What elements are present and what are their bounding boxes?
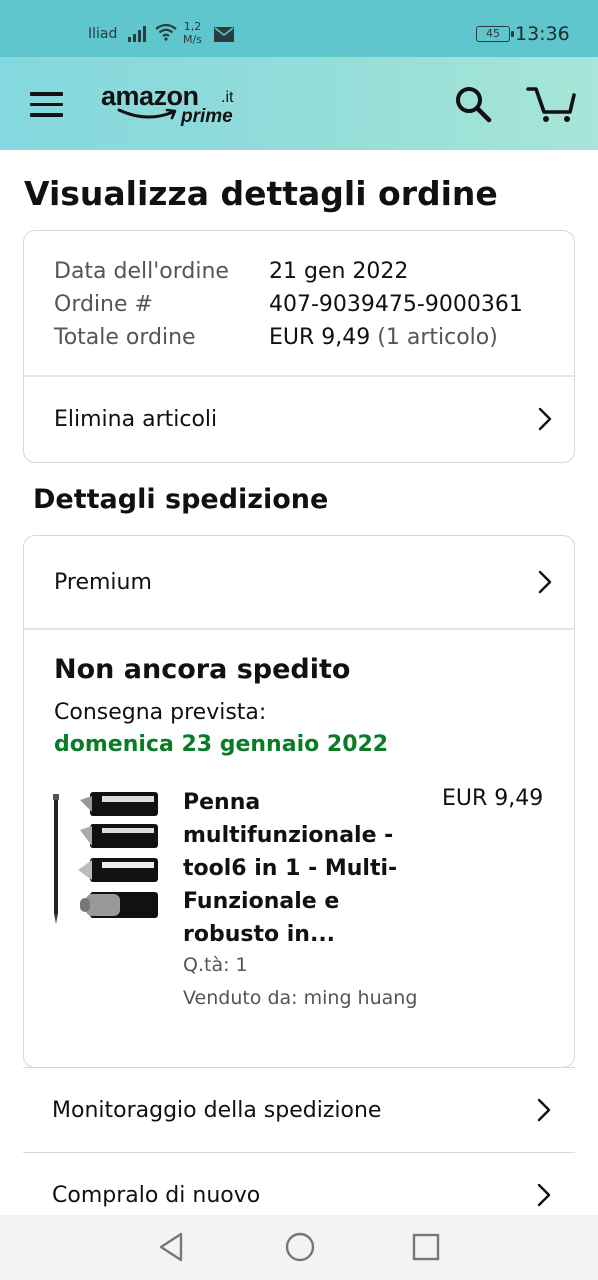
product-price: EUR 9,49 bbox=[442, 786, 544, 811]
shipping-service-row[interactable]: Premium bbox=[24, 536, 574, 628]
track-shipment-row[interactable]: Monitoraggio della spedizione bbox=[23, 1067, 575, 1152]
chevron-right-icon bbox=[537, 1098, 551, 1122]
system-nav-bar bbox=[0, 1215, 598, 1280]
chevron-right-icon bbox=[537, 1183, 551, 1207]
order-date-row: Data dell'ordine 21 gen 2022 bbox=[54, 255, 523, 288]
delivery-date: domenica 23 gennaio 2022 bbox=[54, 732, 389, 757]
order-total-value: EUR 9,49 (1 articolo) bbox=[269, 321, 498, 354]
amazon-prime-logo[interactable]: amazon .it prime bbox=[101, 81, 241, 131]
divider bbox=[24, 628, 574, 630]
product-seller: Venduto da: ming huang bbox=[183, 987, 418, 1009]
logo-tld: .it bbox=[221, 89, 234, 106]
logo-smile-icon bbox=[117, 108, 177, 120]
order-total-row: Totale ordine EUR 9,49 (1 articolo) bbox=[54, 321, 523, 354]
product-title[interactable]: Penna multifunzionale - tool6 in 1 - Mul… bbox=[183, 786, 413, 951]
order-total-label: Totale ordine bbox=[54, 325, 196, 350]
clock: 13:36 bbox=[515, 23, 570, 45]
mail-icon bbox=[214, 27, 234, 42]
order-number-row: Ordine # 407-9039475-9000361 bbox=[54, 288, 523, 321]
shipping-section-title: Dettagli spedizione bbox=[33, 484, 329, 515]
carrier-name: Iliad bbox=[88, 26, 118, 42]
network-speed: 1,2 M/s bbox=[183, 20, 202, 46]
chevron-right-icon bbox=[538, 407, 552, 431]
page-title: Visualizza dettagli ordine bbox=[24, 174, 498, 213]
chevron-right-icon bbox=[538, 570, 552, 594]
shipping-card: Premium Non ancora spedito Consegna prev… bbox=[23, 535, 575, 1068]
signal-icon bbox=[128, 26, 146, 42]
app-header: amazon .it prime bbox=[0, 57, 598, 150]
track-shipment-label: Monitoraggio della spedizione bbox=[52, 1097, 382, 1123]
product-quantity: Q.tà: 1 bbox=[183, 954, 248, 976]
order-number-label: Ordine # bbox=[54, 292, 153, 317]
wifi-icon bbox=[155, 23, 177, 41]
order-date-label: Data dell'ordine bbox=[54, 259, 229, 284]
order-total-amount: EUR 9,49 bbox=[269, 325, 371, 350]
search-icon[interactable] bbox=[454, 85, 492, 123]
battery-icon: 45 bbox=[476, 26, 514, 42]
buy-again-label: Compralo di nuovo bbox=[52, 1182, 261, 1208]
order-number-value: 407-9039475-9000361 bbox=[269, 292, 523, 317]
status-bar: Iliad 1,2 M/s 45 13:36 bbox=[0, 0, 598, 57]
network-speed-unit: M/s bbox=[183, 33, 202, 46]
menu-icon[interactable] bbox=[30, 92, 63, 117]
cart-icon[interactable] bbox=[526, 85, 576, 123]
order-total-items: (1 articolo) bbox=[377, 325, 498, 350]
recent-apps-icon[interactable] bbox=[412, 1233, 440, 1261]
remove-items-row[interactable]: Elimina articoli bbox=[24, 376, 574, 462]
order-info: Data dell'ordine 21 gen 2022 Ordine # 40… bbox=[54, 255, 523, 354]
logo-prime: prime bbox=[181, 106, 233, 127]
delivery-label: Consegna prevista: bbox=[54, 700, 267, 725]
shipping-service-label: Premium bbox=[54, 569, 152, 595]
order-summary-card: Data dell'ordine 21 gen 2022 Ordine # 40… bbox=[23, 230, 575, 463]
shipment-status: Non ancora spedito bbox=[54, 654, 351, 685]
remove-items-label: Elimina articoli bbox=[54, 406, 218, 432]
order-date-value: 21 gen 2022 bbox=[269, 259, 409, 284]
product-image[interactable] bbox=[50, 790, 160, 930]
back-icon[interactable] bbox=[157, 1231, 185, 1263]
network-speed-value: 1,2 bbox=[183, 20, 202, 33]
home-icon[interactable] bbox=[284, 1231, 316, 1263]
